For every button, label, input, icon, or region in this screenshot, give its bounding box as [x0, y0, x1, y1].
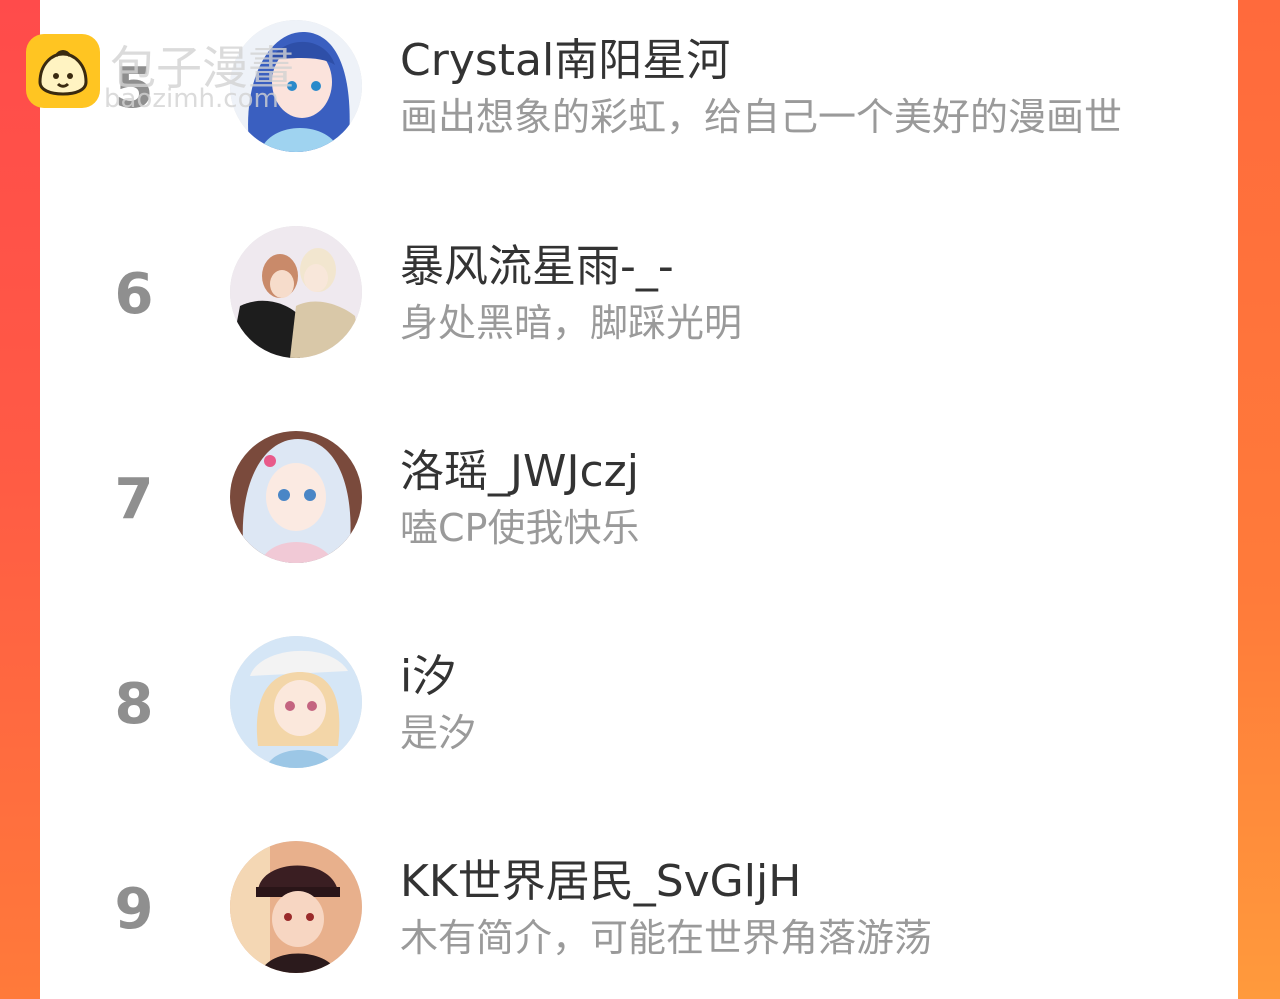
avatar[interactable]	[230, 431, 362, 563]
background-strip	[1238, 0, 1280, 999]
user-name[interactable]: i汐	[400, 640, 456, 704]
rank-number: 8	[114, 672, 154, 737]
user-name[interactable]: 洛瑶_JWJczj	[400, 435, 639, 499]
avatar[interactable]	[230, 841, 362, 973]
rank-number: 6	[114, 262, 154, 327]
avatar[interactable]	[230, 226, 362, 358]
list-item[interactable]: 9 KK世界居民_SvGljH 木有简介，可能在世界角落游荡	[40, 841, 1238, 981]
user-bio: 木有简介，可能在世界角落游荡	[400, 916, 933, 960]
user-bio: 嗑CP使我快乐	[400, 506, 640, 550]
watermark-url: baozimh.com	[104, 84, 279, 114]
rank-number: 9	[114, 877, 154, 942]
user-bio: 身处黑暗，脚踩光明	[400, 301, 743, 345]
list-item[interactable]: 8 i汐 是汐	[40, 636, 1238, 776]
user-name[interactable]: Crystal南阳星河	[400, 24, 730, 88]
user-bio: 是汐	[400, 711, 477, 755]
rank-number: 7	[114, 467, 154, 532]
list-item[interactable]: 7 洛瑶_JWJczj 嗑CP使我快乐	[40, 431, 1238, 571]
avatar[interactable]	[230, 636, 362, 768]
user-name[interactable]: KK世界居民_SvGljH	[400, 845, 801, 909]
list-item[interactable]: 6 暴风流星雨-_- 身处黑暗，脚踩光明	[40, 226, 1238, 366]
baozi-logo-icon	[26, 34, 100, 108]
user-bio: 画出想象的彩虹，给自己一个美好的漫画世	[400, 95, 1123, 139]
user-name[interactable]: 暴风流星雨-_-	[400, 230, 674, 294]
